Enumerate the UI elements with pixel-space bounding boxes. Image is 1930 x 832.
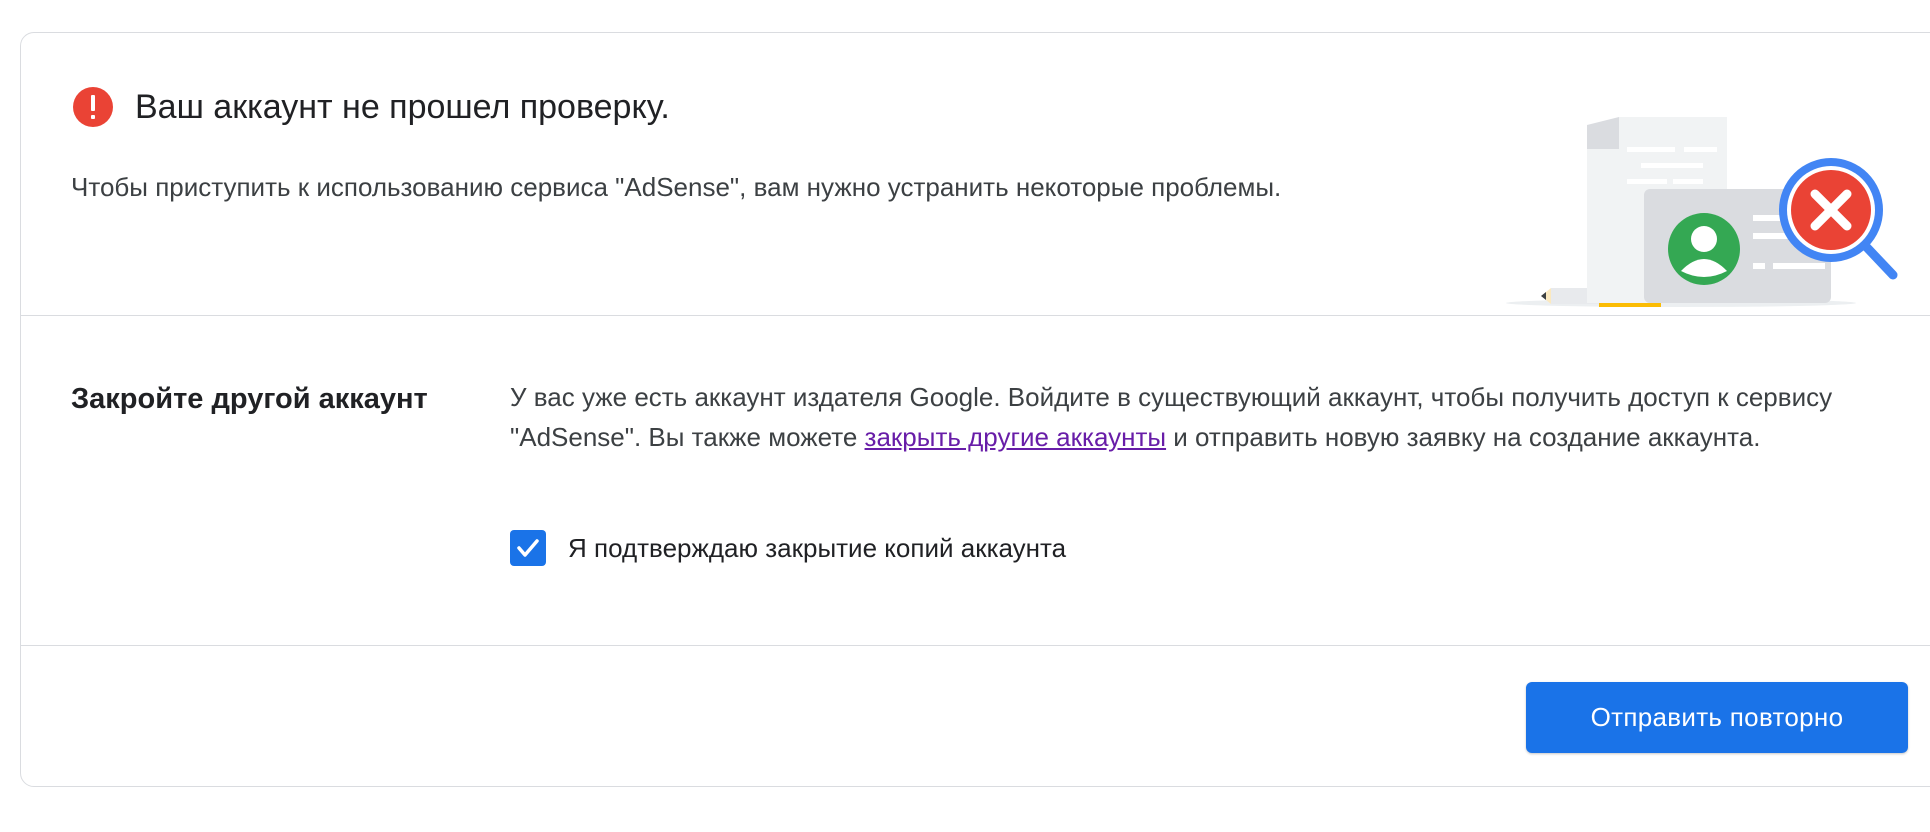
confirm-row: Я подтверждаю закрытие копий аккаунта [510, 528, 1066, 568]
check-icon [517, 539, 539, 557]
status-subtitle: Чтобы приступить к использованию сервиса… [71, 172, 1282, 202]
issue-heading: Закройте другой аккаунт [71, 383, 428, 415]
action-bar: Отправить повторно [21, 645, 1930, 785]
resubmit-button[interactable]: Отправить повторно [1526, 682, 1908, 753]
status-header: Ваш аккаунт не прошел проверку. Чтобы пр… [21, 33, 1930, 316]
account-rejected-illustration [1506, 117, 1898, 307]
close-other-accounts-link[interactable]: закрыть другие аккаунты [865, 422, 1167, 452]
error-icon [73, 87, 113, 127]
status-card: Ваш аккаунт не прошел проверку. Чтобы пр… [20, 32, 1930, 787]
confirm-label[interactable]: Я подтверждаю закрытие копий аккаунта [568, 528, 1066, 568]
issue-text-end: и отправить новую заявку на создание акк… [1166, 422, 1761, 452]
page-title: Ваш аккаунт не прошел проверку. [135, 88, 670, 126]
confirm-checkbox[interactable] [510, 530, 546, 566]
issue-section: Закройте другой аккаунт У вас уже есть а… [21, 315, 1930, 646]
issue-description: У вас уже есть аккаунт издателя Google. … [510, 377, 1910, 457]
